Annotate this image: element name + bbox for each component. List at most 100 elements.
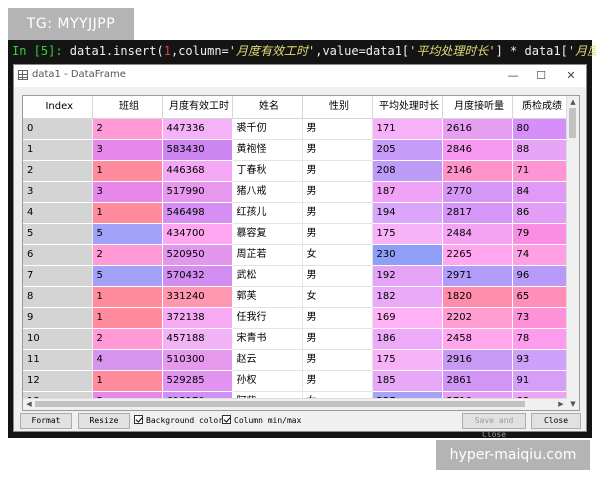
table-cell[interactable]: 男 (302, 160, 373, 182)
colored-cell[interactable]: 171 (372, 118, 443, 140)
table-cell[interactable]: 男 (302, 181, 373, 203)
colored-cell[interactable]: 446368 (162, 160, 233, 182)
index-cell[interactable]: 8 (23, 286, 93, 308)
colored-cell[interactable]: 2202 (442, 307, 513, 329)
vertical-scrollbar[interactable]: ▲ ▼ (566, 96, 579, 410)
colored-cell[interactable]: 2146 (442, 160, 513, 182)
table-cell[interactable]: 男 (302, 139, 373, 161)
colored-cell[interactable]: 169 (372, 307, 443, 329)
colored-cell[interactable]: 78 (512, 328, 569, 350)
colored-cell[interactable]: 517990 (162, 181, 233, 203)
colored-cell[interactable]: 192 (372, 265, 443, 287)
table-cell[interactable]: 慕容复 (232, 223, 303, 245)
colored-cell[interactable]: 546498 (162, 202, 233, 224)
colored-cell[interactable]: 2916 (442, 349, 513, 371)
colored-cell[interactable]: 434700 (162, 223, 233, 245)
colored-cell[interactable]: 3 (92, 181, 163, 203)
colored-cell[interactable]: 2846 (442, 139, 513, 161)
colored-cell[interactable]: 583430 (162, 139, 233, 161)
format-button[interactable]: Format (20, 413, 72, 429)
colored-cell[interactable]: 331240 (162, 286, 233, 308)
colored-cell[interactable]: 2 (92, 328, 163, 350)
colored-cell[interactable]: 73 (512, 307, 569, 329)
colored-cell[interactable]: 84 (512, 181, 569, 203)
table-cell[interactable]: 武松 (232, 265, 303, 287)
colored-cell[interactable]: 1820 (442, 286, 513, 308)
save-and-close-button[interactable]: Save and Close (462, 413, 526, 439)
table-cell[interactable]: 任我行 (232, 307, 303, 329)
scroll-up-arrow[interactable]: ▲ (568, 97, 578, 107)
maximize-button[interactable]: ☐ (528, 67, 554, 85)
table-cell[interactable]: 赵云 (232, 349, 303, 371)
colored-cell[interactable]: 208 (372, 160, 443, 182)
colored-cell[interactable]: 4 (92, 349, 163, 371)
column-header[interactable]: Index (23, 96, 93, 119)
colored-cell[interactable]: 86 (512, 202, 569, 224)
table-cell[interactable]: 郭芙 (232, 286, 303, 308)
colored-cell[interactable]: 91 (512, 370, 569, 392)
table-cell[interactable]: 男 (302, 118, 373, 140)
colored-cell[interactable]: 88 (512, 139, 569, 161)
colored-cell[interactable]: 1 (92, 370, 163, 392)
colored-cell[interactable]: 2 (92, 118, 163, 140)
colored-cell[interactable]: 1 (92, 202, 163, 224)
colored-cell[interactable]: 457188 (162, 328, 233, 350)
table-cell[interactable]: 男 (302, 265, 373, 287)
colored-cell[interactable]: 372138 (162, 307, 233, 329)
colored-cell[interactable]: 2 (92, 244, 163, 266)
index-cell[interactable]: 7 (23, 265, 93, 287)
index-cell[interactable]: 1 (23, 139, 93, 161)
horizontal-scroll-thumb[interactable] (35, 401, 525, 407)
index-cell[interactable]: 2 (23, 160, 93, 182)
colored-cell[interactable]: 182 (372, 286, 443, 308)
table-cell[interactable]: 男 (302, 328, 373, 350)
table-cell[interactable]: 男 (302, 202, 373, 224)
colored-cell[interactable]: 79 (512, 223, 569, 245)
colored-cell[interactable]: 2484 (442, 223, 513, 245)
colored-cell[interactable]: 510300 (162, 349, 233, 371)
index-cell[interactable]: 11 (23, 349, 93, 371)
colored-cell[interactable]: 65 (512, 286, 569, 308)
window-close-button[interactable]: ✕ (558, 67, 584, 85)
table-cell[interactable]: 黄袍怪 (232, 139, 303, 161)
column-minmax-checkbox[interactable]: Column min/max (222, 415, 301, 427)
index-cell[interactable]: 6 (23, 244, 93, 266)
table-cell[interactable]: 男 (302, 223, 373, 245)
code-cell-line[interactable]: In [5]: data1.insert(1,column='月度有效工时',v… (8, 40, 596, 62)
colored-cell[interactable]: 2458 (442, 328, 513, 350)
table-cell[interactable]: 丁春秋 (232, 160, 303, 182)
colored-cell[interactable]: 520950 (162, 244, 233, 266)
column-header[interactable]: 月度接听量 (442, 96, 513, 119)
colored-cell[interactable]: 2770 (442, 181, 513, 203)
colored-cell[interactable]: 5 (92, 265, 163, 287)
colored-cell[interactable]: 71 (512, 160, 569, 182)
index-cell[interactable]: 3 (23, 181, 93, 203)
colored-cell[interactable]: 2616 (442, 118, 513, 140)
table-cell[interactable]: 女 (302, 244, 373, 266)
colored-cell[interactable]: 230 (372, 244, 443, 266)
column-header[interactable]: 班组 (92, 96, 163, 119)
index-cell[interactable]: 0 (23, 118, 93, 140)
colored-cell[interactable]: 93 (512, 349, 569, 371)
colored-cell[interactable]: 5 (92, 223, 163, 245)
table-cell[interactable]: 猪八戒 (232, 181, 303, 203)
table-cell[interactable]: 宋青书 (232, 328, 303, 350)
table-cell[interactable]: 男 (302, 307, 373, 329)
colored-cell[interactable]: 2861 (442, 370, 513, 392)
colored-cell[interactable]: 187 (372, 181, 443, 203)
column-header[interactable]: 月度有效工时 (162, 96, 233, 119)
table-cell[interactable]: 裘千仞 (232, 118, 303, 140)
colored-cell[interactable]: 96 (512, 265, 569, 287)
colored-cell[interactable]: 1 (92, 160, 163, 182)
table-cell[interactable]: 女 (302, 286, 373, 308)
dataframe-grid[interactable]: Index 班组 月度有效工时 姓名 性别 平均处理时长 月度接听量 质检成绩 0 2 44733… (22, 95, 580, 411)
column-header[interactable]: 质检成绩 (512, 96, 569, 119)
background-color-checkbox[interactable]: Background color (134, 415, 223, 427)
index-cell[interactable]: 5 (23, 223, 93, 245)
scroll-right-arrow[interactable]: ▶ (556, 399, 566, 409)
table-cell[interactable]: 男 (302, 370, 373, 392)
column-header[interactable]: 平均处理时长 (372, 96, 443, 119)
colored-cell[interactable]: 74 (512, 244, 569, 266)
colored-cell[interactable]: 205 (372, 139, 443, 161)
colored-cell[interactable]: 194 (372, 202, 443, 224)
